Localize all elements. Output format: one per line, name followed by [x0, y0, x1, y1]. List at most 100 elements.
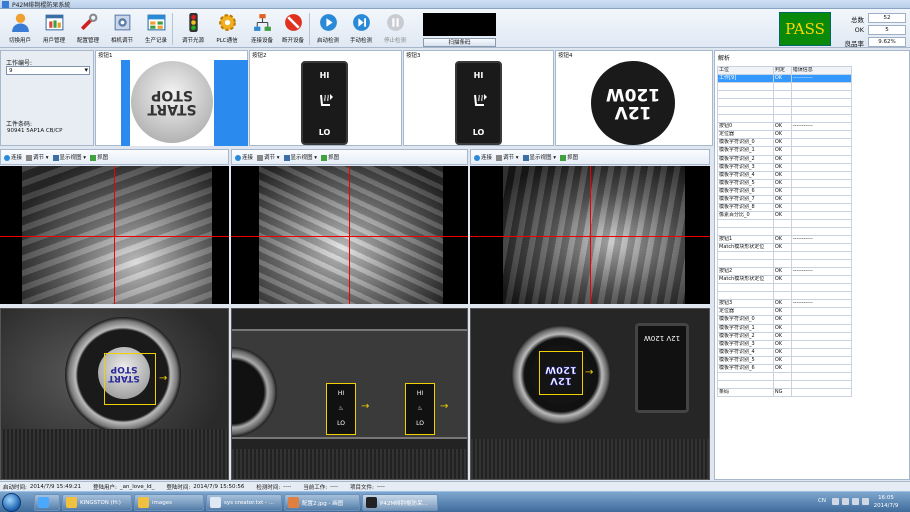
work-no-select[interactable]: 9 [6, 66, 90, 75]
table-row[interactable]: 模板字符识别_1 OK [717, 146, 853, 156]
station-3-label: 按钮3 [406, 53, 421, 59]
table-row[interactable] [717, 106, 853, 116]
clock[interactable]: 16:05 2014/7/9 [868, 494, 904, 510]
table-cell [790, 202, 853, 212]
manual-detection-button[interactable]: 手动检测 [342, 11, 380, 47]
table-row[interactable]: 按钮3 OK ----------- [717, 299, 853, 309]
table-cell: OK [772, 315, 792, 325]
connect-button[interactable]: 连接 [235, 153, 253, 161]
table-row[interactable] [717, 82, 853, 92]
view-button[interactable]: 显示视图 ▾ [52, 153, 86, 161]
camera-3-view[interactable] [470, 166, 710, 304]
light-adjust-button[interactable]: 调节光源 [174, 11, 212, 47]
table-row[interactable] [717, 218, 853, 228]
table-cell: OK [772, 74, 792, 84]
table-row[interactable] [717, 226, 853, 236]
table-row[interactable]: 模板字符识别_1 OK [717, 323, 853, 333]
camera-1-view[interactable] [0, 166, 229, 304]
table-cell: Match模块形状定位 [717, 275, 774, 285]
user-management-button[interactable]: 用戶管理 [35, 11, 73, 47]
language-indicator[interactable]: CN [818, 498, 826, 504]
adjust-button[interactable]: 调节 ▾ [257, 153, 280, 161]
camera-2-view[interactable] [231, 166, 468, 304]
direction-arrow-icon: → [159, 373, 168, 384]
table-row[interactable]: 模板字符识别_5 OK [717, 178, 853, 188]
taskbar-item-images[interactable]: images [134, 494, 204, 511]
result-3-view[interactable]: 12V 120W → 12V 120W [470, 308, 710, 480]
camera-adjust-button[interactable]: 相机调节 [103, 11, 141, 47]
tray-icon[interactable] [842, 498, 849, 505]
table-cell [790, 218, 853, 228]
table-cell [790, 243, 853, 253]
view-button[interactable]: 显示视图 ▾ [522, 153, 556, 161]
table-row[interactable]: 工作[9] OK ----------- [717, 74, 853, 84]
clock-date: 2014/7/9 [873, 503, 899, 509]
table-row[interactable] [717, 379, 853, 389]
result-1-view[interactable]: START STOP → [0, 308, 229, 480]
config-management-button[interactable]: 配置管理 [69, 11, 107, 47]
table-row[interactable]: 定位器 OK [717, 130, 853, 140]
table-row[interactable] [717, 251, 853, 261]
table-row[interactable] [717, 114, 853, 124]
table-cell [790, 170, 853, 180]
table-cell [717, 251, 774, 261]
table-row[interactable]: 条码 NG [717, 387, 853, 397]
table-row[interactable] [717, 98, 853, 108]
scan-barcode-button[interactable]: 扫描条码 [423, 38, 496, 47]
table-row[interactable]: Match模块形状定位 OK [717, 243, 853, 253]
table-row[interactable]: 像素百分比_0 OK [717, 210, 853, 220]
table-row[interactable]: 模板字符识别_2 OK [717, 331, 853, 341]
table-row[interactable]: Match模块形状定位 OK [717, 275, 853, 285]
taskbar-item-kingston[interactable]: KINGSTON (H:) [62, 494, 132, 511]
connect-button[interactable]: 连接 [474, 153, 492, 161]
table-row[interactable]: 模板字符识别_7 OK [717, 194, 853, 204]
table-row[interactable]: 定位器 OK [717, 307, 853, 317]
result-2-view[interactable]: HI ♨ LO → HI ♨ LO → [231, 308, 468, 480]
tray-icon[interactable] [832, 498, 839, 505]
stop-detection-button[interactable]: 停止检测 [376, 11, 414, 47]
table-row[interactable]: 模板字符识别_4 OK [717, 170, 853, 180]
table-row[interactable]: 模板字符识别_2 OK [717, 154, 853, 164]
capture-button[interactable]: 抓图 [321, 153, 339, 161]
app-icon [2, 0, 9, 8]
taskbar-item-paint[interactable]: 配置2.jpg - 画图 [284, 494, 360, 511]
table-row[interactable]: 模板字符识别_0 OK [717, 315, 853, 325]
work-info-panel: 工作编号: 9 工件条码: 90941 5AP1A CB/CP [0, 50, 94, 146]
table-row[interactable] [717, 371, 853, 381]
table-row[interactable]: 模板字符识别_4 OK [717, 347, 853, 357]
table-row[interactable] [717, 90, 853, 100]
plc-communication-button[interactable]: PLC通信 [208, 11, 246, 47]
table-row[interactable]: 模板字符识别_3 OK [717, 339, 853, 349]
connect-button[interactable]: 连接 [4, 153, 22, 161]
table-cell: 工作[9] [717, 74, 774, 84]
table-cell [790, 146, 853, 156]
table-row[interactable]: 模板字符识别_5 OK [717, 355, 853, 365]
network-icon[interactable] [852, 498, 859, 505]
table-row[interactable] [717, 291, 853, 301]
table-row[interactable]: 模板字符识别_3 OK [717, 162, 853, 172]
voltage-text: 12V 120W [605, 84, 661, 122]
taskbar-item-app[interactable]: P42M绯荆棍防呆... [362, 494, 438, 511]
table-row[interactable] [717, 259, 853, 269]
table-row[interactable]: 按钮2 OK ----------- [717, 267, 853, 277]
start-button[interactable] [2, 493, 21, 512]
table-row[interactable] [717, 283, 853, 293]
taskbar-ie-icon[interactable] [34, 494, 60, 511]
taskbar-item-notepad[interactable]: sys creator.txt - ... [206, 494, 282, 511]
table-row[interactable]: 按钮1 OK ----------- [717, 234, 853, 245]
table-row[interactable]: 按钮0 OK ----------- [717, 122, 853, 132]
capture-button[interactable]: 抓图 [560, 153, 578, 161]
table-row[interactable]: 模板字符识别_6 OK [717, 363, 853, 373]
switch-user-button[interactable]: 切換用戶 [1, 11, 39, 47]
view-button[interactable]: 显示视图 ▾ [283, 153, 317, 161]
production-record-button[interactable]: 生产记录 [137, 11, 175, 47]
table-cell: OK [772, 307, 792, 317]
table-row[interactable]: 模板字符识别_6 OK [717, 186, 853, 196]
table-row[interactable]: 模板字符识别_8 OK [717, 202, 853, 212]
title-bar: P42M绯荆棍防呆系統 [0, 0, 910, 9]
adjust-button[interactable]: 调节 ▾ [496, 153, 519, 161]
adjust-button[interactable]: 调节 ▾ [26, 153, 49, 161]
table-row[interactable]: 模板字符识别_0 OK [717, 138, 853, 148]
capture-button[interactable]: 抓图 [90, 153, 108, 161]
disconnect-device-button[interactable]: 断开设备 [274, 11, 312, 47]
